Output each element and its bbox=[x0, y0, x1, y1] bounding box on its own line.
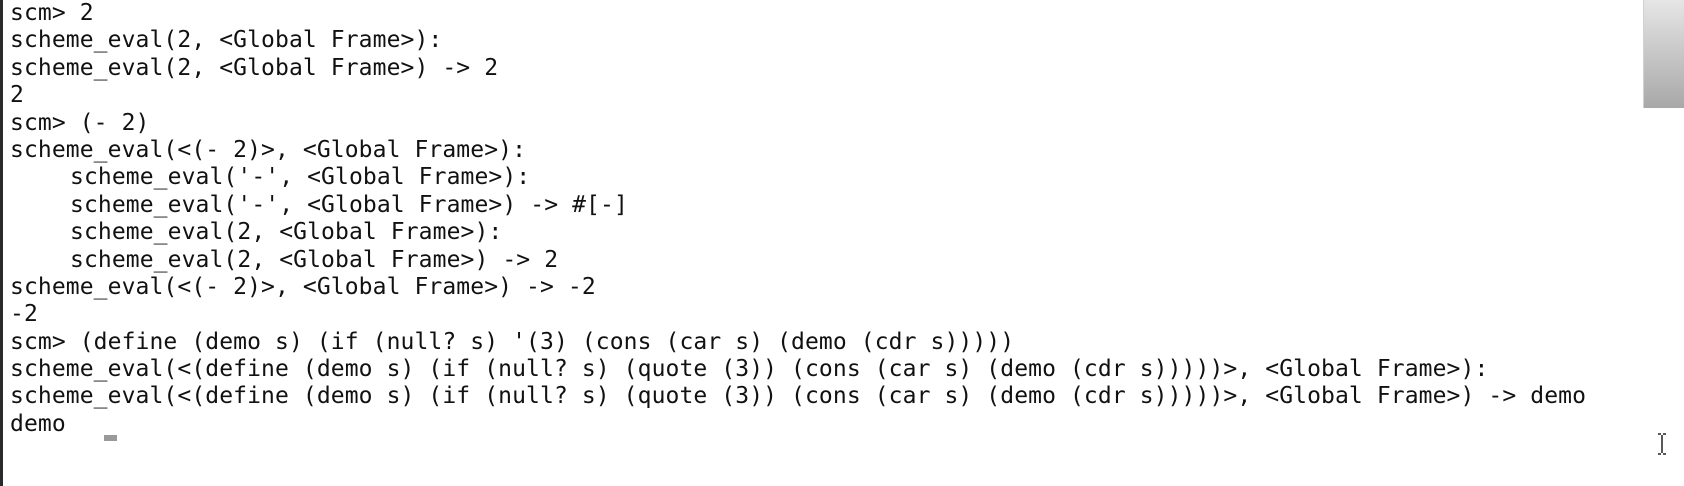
terminal-line: scheme_eval(2, <Global Frame>): bbox=[10, 27, 443, 54]
scrollbar-thumb[interactable] bbox=[1643, 0, 1684, 108]
terminal-line: 2 bbox=[10, 82, 24, 109]
terminal-line-text: demo bbox=[10, 410, 66, 437]
terminal-line: scm> 2 bbox=[10, 0, 94, 26]
terminal-line: scm> (define (demo s) (if (null? s) '(3)… bbox=[10, 328, 1015, 355]
text-cursor-block-icon bbox=[103, 434, 117, 441]
terminal-line: scm> (- 2) bbox=[10, 109, 150, 136]
terminal-line: scheme_eval('-', <Global Frame>) -> #[-] bbox=[70, 191, 628, 218]
terminal-line: scheme_eval('-', <Global Frame>): bbox=[70, 164, 531, 191]
window-left-border bbox=[0, 0, 3, 486]
terminal-line: scheme_eval(2, <Global Frame>) -> 2 bbox=[70, 246, 559, 273]
terminal-line: scheme_eval(<(define (demo s) (if (null?… bbox=[10, 356, 1489, 383]
terminal-prompt-line[interactable]: demo bbox=[10, 410, 1650, 441]
terminal-line: scheme_eval(<(- 2)>, <Global Frame>) -> … bbox=[10, 273, 596, 300]
terminal-line: scheme_eval(<(define (demo s) (if (null?… bbox=[10, 383, 1587, 410]
terminal-line: scheme_eval(2, <Global Frame>) -> 2 bbox=[10, 54, 499, 81]
terminal-line: -2 bbox=[10, 301, 38, 328]
i-beam-cursor-icon bbox=[1657, 433, 1667, 460]
terminal-line: scheme_eval(<(- 2)>, <Global Frame>): bbox=[10, 136, 527, 163]
terminal-line: scheme_eval(2, <Global Frame>): bbox=[70, 219, 503, 246]
terminal-output[interactable]: scm> 2 scheme_eval(2, <Global Frame>): s… bbox=[10, 0, 1650, 486]
